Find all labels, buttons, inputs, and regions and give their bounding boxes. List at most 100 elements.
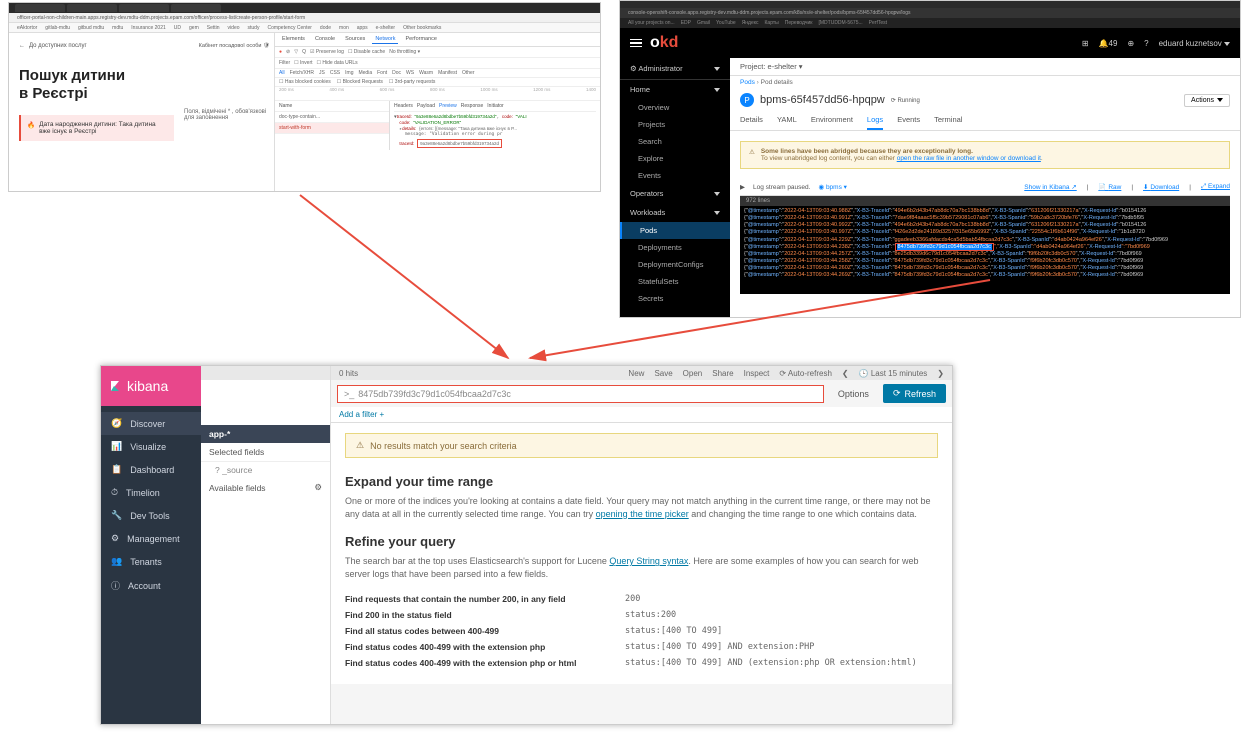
tab-js[interactable]: JS	[319, 70, 325, 76]
url-bar[interactable]: console-openshift-console.apps.registry-…	[620, 8, 1240, 18]
add-filter[interactable]: Add a filter +	[331, 407, 952, 423]
list-item[interactable]: apps	[357, 25, 368, 31]
admin-switcher[interactable]: ⚙ Administrator	[620, 58, 730, 80]
menu-share[interactable]: Share	[712, 369, 733, 378]
back-link[interactable]: ← До доступних послуг	[19, 43, 174, 49]
sidebar-section[interactable]: Operators	[620, 184, 730, 203]
plus-icon[interactable]: ⊕	[1127, 39, 1134, 48]
list-item[interactable]: YouTube	[716, 20, 736, 26]
prev-button[interactable]: ❮	[842, 369, 849, 378]
sidebar-item-deployments[interactable]: Deployments	[620, 239, 730, 256]
list-item[interactable]: Insurance 2021	[131, 25, 165, 31]
breadcrumb[interactable]: Pods › Pod details	[730, 76, 1240, 89]
list-item[interactable]: mon	[339, 25, 349, 31]
options-button[interactable]: Options	[830, 385, 877, 403]
tab-manifest[interactable]: Manifest	[438, 70, 457, 76]
hamburger-icon[interactable]	[630, 39, 642, 48]
timerange[interactable]: 🕒 Last 15 minutes	[859, 369, 928, 378]
container-select[interactable]: ◉ bpms ▾	[818, 183, 846, 191]
request-item[interactable]: doc-type-contain...	[275, 112, 389, 123]
tab-wasm[interactable]: Wasm	[419, 70, 433, 76]
list-item[interactable]: 400 ms	[329, 87, 344, 100]
time-picker-link[interactable]: opening the time picker	[596, 509, 689, 519]
devtools-tabs[interactable]: ElementsConsoleSourcesNetworkPerformance	[275, 33, 600, 47]
tab-ws[interactable]: WS	[406, 70, 414, 76]
show-kibana-link[interactable]: Show in Kibana ↗	[1024, 183, 1076, 191]
raw-file-link[interactable]: open the raw file in another window or d…	[897, 155, 1041, 162]
list-item[interactable]: 200 ms	[279, 87, 294, 100]
gear-icon[interactable]: ⚙	[314, 482, 322, 493]
list-item[interactable]: [MDTUDDM-5675...	[818, 20, 862, 26]
tab-details[interactable]: Details	[740, 111, 763, 130]
sidebar-section[interactable]: Workloads	[620, 203, 730, 222]
sidebar-item-projects[interactable]: Projects	[620, 116, 730, 133]
tab-other[interactable]: Other	[462, 70, 475, 76]
tab-terminal[interactable]: Terminal	[934, 111, 962, 130]
query-syntax-link[interactable]: Query String syntax	[609, 556, 688, 566]
nav-visualize[interactable]: 📊Visualize	[101, 435, 201, 458]
bell-icon[interactable]: 🔔49	[1099, 39, 1118, 48]
tab-elements[interactable]: Elements	[279, 35, 308, 44]
sidebar-item-pods[interactable]: Pods	[620, 222, 730, 239]
nav-account[interactable]: ⓘAccount	[101, 573, 201, 598]
sidebar-item-events[interactable]: Events	[620, 167, 730, 184]
sidebar-section[interactable]: Home	[620, 80, 730, 99]
tab-events[interactable]: Events	[897, 111, 920, 130]
list-item[interactable]: 1400	[586, 87, 596, 100]
tab-console[interactable]: Console	[312, 35, 338, 44]
list-item[interactable]: 800 ms	[430, 87, 445, 100]
sidebar-item-overview[interactable]: Overview	[620, 99, 730, 116]
list-item[interactable]: Settin	[207, 25, 220, 31]
tab-network[interactable]: Network	[372, 35, 398, 44]
tab-fetchxhr[interactable]: Fetch/XHR	[290, 70, 314, 76]
user-menu[interactable]: eduard kuznetsov	[1159, 39, 1230, 48]
list-item[interactable]: 600 ms	[380, 87, 395, 100]
list-item[interactable]: 1200 ms	[533, 87, 550, 100]
tab-all[interactable]: All	[279, 70, 285, 76]
tab-response[interactable]: Response	[461, 103, 484, 109]
nav-devtools[interactable]: 🔧Dev Tools	[101, 504, 201, 527]
list-item[interactable]: Карты	[765, 20, 779, 26]
request-list[interactable]: Name doc-type-contain... start-with-form	[275, 101, 390, 150]
list-item[interactable]: 1000 ms	[480, 87, 497, 100]
nav-timelion[interactable]: ⏱Timelion	[101, 481, 201, 504]
tab-doc[interactable]: Doc	[392, 70, 401, 76]
nav-discover[interactable]: 🧭Discover	[101, 412, 201, 435]
menu-autorefresh[interactable]: ⟳ Auto-refresh	[779, 369, 832, 378]
raw-link[interactable]: 📄 Raw	[1098, 183, 1121, 191]
list-item[interactable]: study	[248, 25, 260, 31]
sidebar-item-explore[interactable]: Explore	[620, 150, 730, 167]
list-item[interactable]: e-shelter	[376, 25, 395, 31]
actions-button[interactable]: Actions	[1184, 94, 1230, 107]
request-item-selected[interactable]: start-with-form	[275, 123, 389, 134]
list-item[interactable]: gitbud mdtu	[78, 25, 104, 31]
list-item[interactable]: Яндекс	[742, 20, 759, 26]
pod-tabs[interactable]: DetailsYAMLEnvironmentLogsEventsTerminal	[730, 111, 1240, 131]
list-item[interactable]: eAktortor	[17, 25, 37, 31]
nav-tenants[interactable]: 👥Tenants	[101, 550, 201, 573]
list-item[interactable]: mdtu	[112, 25, 123, 31]
list-item[interactable]: UD	[174, 25, 181, 31]
tab-img[interactable]: Img	[345, 70, 353, 76]
play-icon[interactable]: ▶	[740, 183, 745, 191]
refresh-button[interactable]: ⟳ Refresh	[883, 384, 946, 403]
tab-environment[interactable]: Environment	[811, 111, 853, 130]
tab-headers[interactable]: Headers	[394, 103, 413, 109]
request-detail-tabs[interactable]: HeadersPayloadPreviewResponseInitiator	[394, 103, 596, 112]
url-bar[interactable]: officer-portal-non-children-main.apps.re…	[9, 13, 600, 23]
grid-icon[interactable]: ⊞	[1082, 39, 1089, 48]
sidebar-item-search[interactable]: Search	[620, 133, 730, 150]
help-icon[interactable]: ?	[1144, 39, 1148, 48]
index-pattern[interactable]: app-*	[201, 425, 330, 443]
tab-payload[interactable]: Payload	[417, 103, 435, 109]
list-item[interactable]: Competency Center	[267, 25, 311, 31]
tab-css[interactable]: CSS	[330, 70, 340, 76]
list-item[interactable]: gitlab-mdtu	[45, 25, 70, 31]
menu-inspect[interactable]: Inspect	[744, 369, 770, 378]
available-fields-header[interactable]: Available fields⚙	[201, 478, 330, 497]
tab-media[interactable]: Media	[358, 70, 372, 76]
download-link[interactable]: ⬇ Download	[1143, 183, 1179, 191]
project-selector[interactable]: Project: e-shelter ▾	[730, 58, 1240, 76]
list-item[interactable]: EDP	[681, 20, 691, 26]
menu-open[interactable]: Open	[683, 369, 703, 378]
